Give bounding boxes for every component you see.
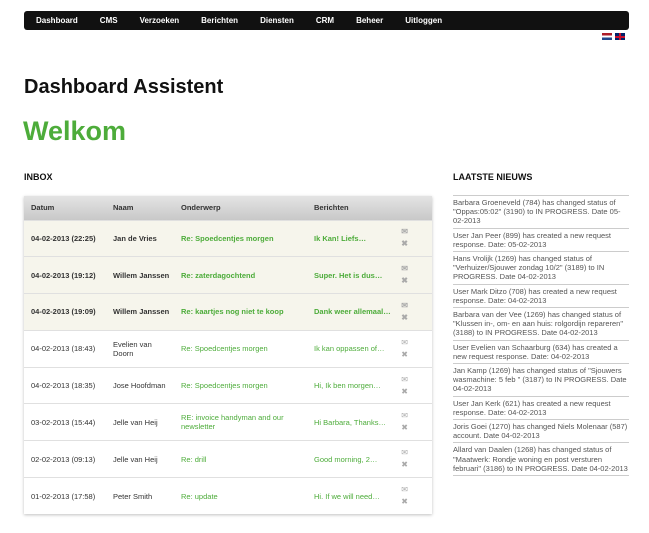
nav-dashboard[interactable]: Dashboard xyxy=(36,16,78,25)
reply-icon[interactable]: ✉ xyxy=(401,375,408,384)
row-date: 04-02-2013 (18:43) xyxy=(31,344,96,354)
english-flag-icon[interactable] xyxy=(615,33,625,40)
news-list: Barbara Groeneveld (784) has changed sta… xyxy=(453,195,629,477)
delete-icon[interactable]: ✖ xyxy=(401,313,408,322)
row-date: 01-02-2013 (17:58) xyxy=(31,491,96,501)
reply-icon[interactable]: ✉ xyxy=(401,449,408,457)
row-date: 04-02-2013 (19:09) xyxy=(31,307,96,317)
reply-icon[interactable]: ✉ xyxy=(401,412,408,420)
news-item: Barbara Groeneveld (784) has changed sta… xyxy=(453,196,629,229)
nav-verzoeken[interactable]: Verzoeken xyxy=(140,16,180,25)
row-subject-link[interactable]: RE: invoice handyman and our newsletter xyxy=(174,404,307,441)
row-actions: ✉ ✖ xyxy=(391,220,432,257)
row-message-link[interactable]: Ik kan oppassen of… xyxy=(307,330,391,367)
row-actions: ✉ ✖ xyxy=(391,441,432,478)
delete-icon[interactable]: ✖ xyxy=(401,424,408,432)
row-sender: Evelien van Doorn xyxy=(113,339,152,358)
column-header-onderwerp[interactable]: Onderwerp xyxy=(174,196,307,220)
news-title: LAATSTE NIEUWS xyxy=(453,172,533,182)
row-sender: Willem Janssen xyxy=(113,307,170,317)
news-item: User Jan Kerk (621) has created a new re… xyxy=(453,397,629,421)
inbox-table: Datum Naam Onderwerp Berichten 04-02-201… xyxy=(24,196,432,514)
row-message-link[interactable]: Good morning, 2… xyxy=(307,441,391,478)
row-message-link[interactable]: Hi, Ik ben morgen… xyxy=(307,367,391,404)
row-sender: Jelle van Heij xyxy=(113,454,158,464)
inbox-row[interactable]: 04-02-2013 (19:12) Willem Janssen Re: zate… xyxy=(24,256,432,294)
nav-berichten[interactable]: Berichten xyxy=(201,16,238,25)
page-title: Dashboard Assistent xyxy=(24,76,224,98)
row-date: 04-02-2013 (22:25) xyxy=(31,233,96,243)
inbox-title: INBOX xyxy=(24,172,53,182)
news-item: User Evelien van Schaarburg (634) has cr… xyxy=(453,341,629,365)
row-date: 04-02-2013 (19:12) xyxy=(31,270,96,280)
row-date: 02-02-2013 (09:13) xyxy=(31,454,96,464)
news-item: User Mark Ditzo (708) has created a new … xyxy=(453,285,629,309)
row-message-link[interactable]: Hi Barbara, Thanks… xyxy=(307,404,391,441)
delete-icon[interactable]: ✖ xyxy=(401,240,408,248)
inbox-header-row: Datum Naam Onderwerp Berichten xyxy=(24,196,432,220)
row-subject-link[interactable]: Re: zaterdagochtend xyxy=(174,257,307,294)
news-item: Barbara van der Vee (1269) has changed s… xyxy=(453,308,629,341)
nav-uitloggen[interactable]: Uitloggen xyxy=(405,16,442,25)
row-actions: ✉ ✖ xyxy=(391,478,432,515)
inbox-row[interactable]: 04-02-2013 (19:09) Willem Janssen Re: kaar… xyxy=(24,293,432,331)
dutch-flag-icon[interactable] xyxy=(602,33,612,40)
reply-icon[interactable]: ✉ xyxy=(401,265,408,273)
nav-beheer[interactable]: Beheer xyxy=(356,16,383,25)
row-subject-link[interactable]: Re: update xyxy=(174,478,307,515)
nav-diensten[interactable]: Diensten xyxy=(260,16,294,25)
row-date: 03-02-2013 (15:44) xyxy=(31,417,96,427)
news-item: Allard van Daalen (1268) has changed sta… xyxy=(453,443,629,477)
row-sender: Willem Janssen xyxy=(113,270,170,280)
language-switcher xyxy=(602,33,625,40)
delete-icon[interactable]: ✖ xyxy=(401,350,408,359)
delete-icon[interactable]: ✖ xyxy=(401,277,408,285)
news-item: Joris Goei (1270) has changed Niels Mole… xyxy=(453,420,629,444)
row-actions: ✉ ✖ xyxy=(391,294,432,331)
row-message-link[interactable]: Hi. If we will need… xyxy=(307,478,391,515)
delete-icon[interactable]: ✖ xyxy=(401,387,408,396)
main-navbar: Dashboard CMS Verzoeken Berichten Dienst… xyxy=(24,11,629,30)
reply-icon[interactable]: ✉ xyxy=(401,228,408,236)
row-actions: ✉ ✖ xyxy=(391,330,432,367)
news-item: User Jan Peer (899) has created a new re… xyxy=(453,229,629,253)
inbox-row[interactable]: 04-02-2013 (22:25) Jan de Vries Re: Spoedc… xyxy=(24,220,432,257)
news-item: Hans Vrolijk (1269) has changed status o… xyxy=(453,252,629,285)
reply-icon[interactable]: ✉ xyxy=(401,301,408,310)
column-header-berichten[interactable]: Berichten xyxy=(307,196,391,220)
column-header-naam[interactable]: Naam xyxy=(106,196,174,220)
row-actions: ✉ ✖ xyxy=(391,404,432,441)
column-header-datum[interactable]: Datum xyxy=(24,196,106,220)
inbox-row[interactable]: 04-02-2013 (18:35) Jose Hoofdman Re: Spoed… xyxy=(24,367,432,404)
inbox-row[interactable]: 03-02-2013 (15:44) Jelle van Heij RE: invo… xyxy=(24,403,432,441)
delete-icon[interactable]: ✖ xyxy=(401,498,408,506)
row-sender: Peter Smith xyxy=(113,491,153,501)
row-message-link[interactable]: Dank weer allemaal… xyxy=(307,294,391,331)
row-subject-link[interactable]: Re: kaartjes nog niet te koop xyxy=(174,294,307,331)
nav-cms[interactable]: CMS xyxy=(100,16,118,25)
row-date: 04-02-2013 (18:35) xyxy=(31,381,96,391)
row-message-link[interactable]: Ik Kan! Liefs… xyxy=(307,220,391,257)
row-subject-link[interactable]: Re: drill xyxy=(174,441,307,478)
reply-icon[interactable]: ✉ xyxy=(401,338,408,347)
inbox-row[interactable]: 04-02-2013 (18:43) Evelien van Doorn Re: S… xyxy=(24,330,432,367)
row-subject-link[interactable]: Re: Spoedcentjes morgen xyxy=(174,220,307,257)
reply-icon[interactable]: ✉ xyxy=(401,486,408,494)
row-subject-link[interactable]: Re: Spoedcentjes morgen xyxy=(174,367,307,404)
row-sender: Jose Hoofdman xyxy=(113,381,166,391)
row-sender: Jan de Vries xyxy=(113,233,157,243)
row-sender: Jelle van Heij xyxy=(113,417,158,427)
inbox-row[interactable]: 01-02-2013 (17:58) Peter Smith Re: update H… xyxy=(24,477,432,515)
row-actions: ✉ ✖ xyxy=(391,257,432,294)
nav-crm[interactable]: CRM xyxy=(316,16,334,25)
delete-icon[interactable]: ✖ xyxy=(401,461,408,469)
inbox-row[interactable]: 02-02-2013 (09:13) Jelle van Heij Re: dril… xyxy=(24,440,432,478)
column-header-actions xyxy=(391,196,432,220)
row-message-link[interactable]: Super. Het is dus… xyxy=(307,257,391,294)
welcome-heading: Welkom xyxy=(23,116,127,146)
news-item: Jan Kamp (1269) has changed status of "S… xyxy=(453,364,629,397)
row-subject-link[interactable]: Re: Spoedcentjes morgen xyxy=(174,330,307,367)
row-actions: ✉ ✖ xyxy=(391,367,432,404)
